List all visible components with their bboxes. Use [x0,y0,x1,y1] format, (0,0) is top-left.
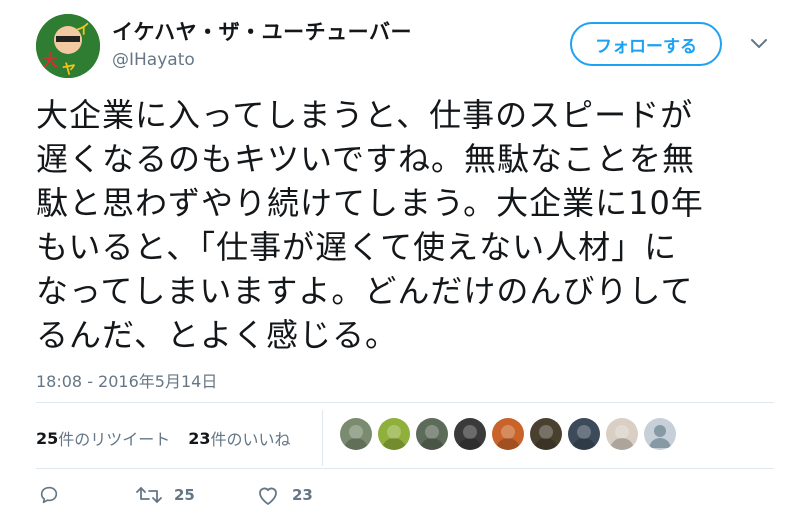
liker-avatar[interactable] [416,418,448,450]
liker-avatar[interactable] [530,418,562,450]
divider [36,402,774,403]
retweet-button[interactable]: 25 [136,484,256,506]
retweet-stat-label: 件のリツイート [58,430,171,449]
like-button[interactable]: 23 [256,484,313,506]
svg-text:ヤ: ヤ [62,62,76,78]
retweet-stat-count: 25 [36,428,59,448]
display-name[interactable]: イケハヤ・ザ・ユーチューバー [112,16,412,46]
stats-separator [322,410,323,466]
reply-button[interactable] [38,484,136,506]
like-stat-label: 件のいいね [210,430,291,449]
liker-avatar[interactable] [492,418,524,450]
tweet-timestamp[interactable]: 18:08 - 2016年5月14日 [36,368,217,392]
liker-avatar[interactable] [340,418,372,450]
user-handle[interactable]: @IHayato [112,50,195,70]
liker-avatar[interactable] [644,418,676,450]
liker-avatar[interactable] [454,418,486,450]
like-stat-count: 23 [188,428,211,448]
retweet-stat[interactable]: 25 件のリツイート [36,426,170,450]
divider [36,468,774,469]
tweet-actions: 25 23 [36,480,313,510]
retweet-count: 25 [174,486,195,504]
liker-avatar[interactable] [568,418,600,450]
like-stat[interactable]: 23 件のいいね [188,426,290,450]
svg-text:イ: イ [76,22,90,38]
tweet-stats: 25 件のリツイート 23 件のいいね [36,420,309,456]
tweet-card: 大 イ ヤ イケハヤ・ザ・ユーチューバー @IHayato フォローする 大企業… [0,0,798,532]
avatar[interactable]: 大 イ ヤ [36,14,100,78]
tweet-text: 大企業に入ってしまうと、仕事のスピードが 遅くなるのもキツいですね。無駄なことを… [36,96,704,354]
liker-avatar[interactable] [378,418,410,450]
svg-text:大: 大 [42,51,58,70]
like-count: 23 [292,486,313,504]
reply-icon [38,484,60,506]
heart-icon [256,484,280,506]
retweet-icon [136,484,162,506]
chevron-down-icon[interactable] [748,36,770,52]
follow-button[interactable]: フォローする [570,22,722,66]
liker-avatars [340,418,682,450]
liker-avatar[interactable] [606,418,638,450]
